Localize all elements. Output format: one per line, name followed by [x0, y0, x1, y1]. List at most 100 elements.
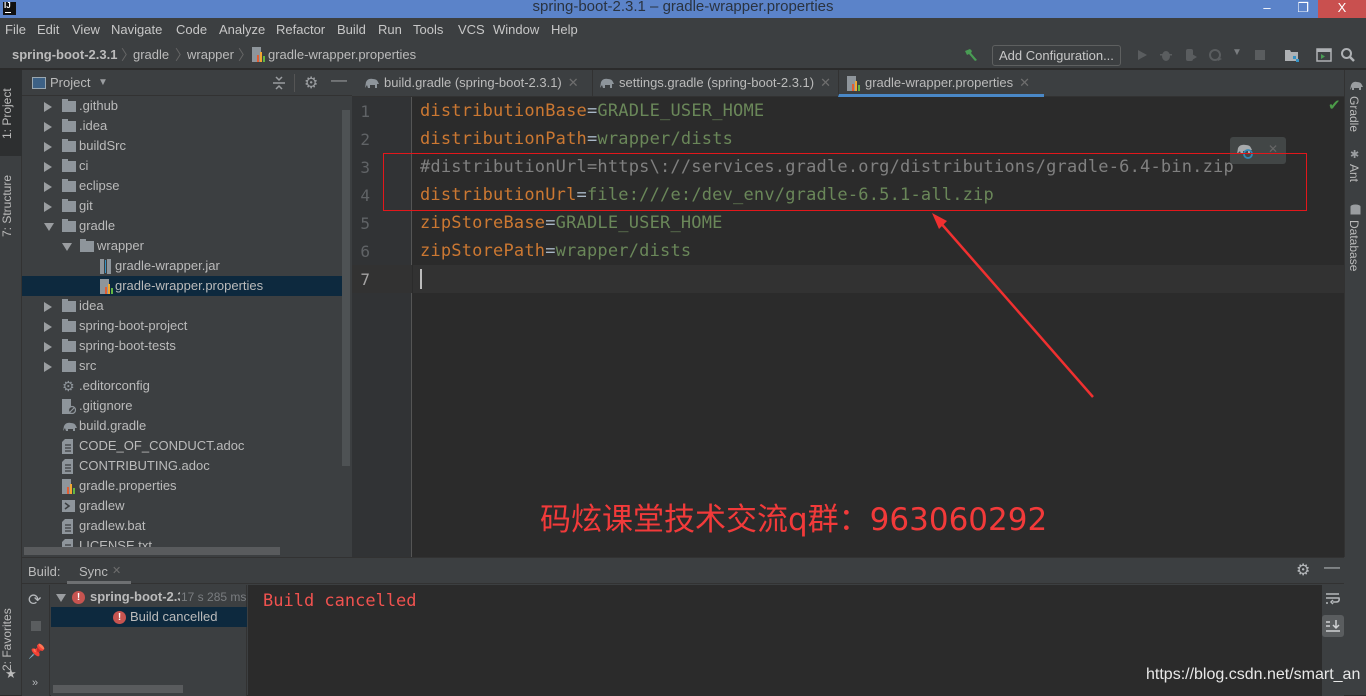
project-structure-icon[interactable] [1284, 47, 1300, 63]
sync-icon[interactable]: ⟳ [28, 590, 41, 610]
expand-right-icon[interactable] [44, 142, 52, 152]
menu-code[interactable]: Code [176, 22, 207, 37]
tab-settings-gradle[interactable]: settings.gradle (spring-boot-2.3.1) ✕ [592, 70, 838, 97]
pin-icon[interactable]: 📌 [28, 643, 45, 660]
close-tab-icon[interactable]: ✕ [820, 75, 831, 90]
run-icon[interactable] [1134, 47, 1150, 63]
tree-item-idea[interactable]: idea [22, 296, 342, 316]
gear-icon[interactable]: ⚙ [1296, 560, 1310, 580]
menu-view[interactable]: View [72, 22, 100, 37]
expand-right-icon[interactable] [44, 182, 52, 192]
expand-right-icon[interactable] [44, 122, 52, 132]
vertical-scrollbar[interactable] [342, 110, 350, 466]
expand-right-icon[interactable] [44, 342, 52, 352]
debug-icon[interactable] [1158, 47, 1174, 63]
coverage-icon[interactable] [1183, 47, 1199, 63]
tool-tab-structure[interactable]: 7: Structure [0, 166, 22, 246]
tree-item-eclipse[interactable]: eclipse [22, 176, 342, 196]
horizontal-scrollbar[interactable] [53, 685, 183, 693]
close-tab-icon[interactable]: ✕ [112, 564, 121, 577]
expand-down-icon[interactable] [44, 223, 54, 231]
tree-item-gradle-wrapper-properties[interactable]: gradle-wrapper.properties [22, 276, 342, 296]
build-tree-item[interactable]: ! Build cancelled [51, 607, 247, 627]
tree-item-wrapper[interactable]: wrapper [22, 236, 342, 256]
tree-item-gradlew-bat[interactable]: gradlew.bat [22, 516, 342, 536]
terminal-icon[interactable] [1316, 47, 1332, 63]
soft-wrap-icon[interactable] [1325, 592, 1341, 606]
gear-icon[interactable]: ⚙ [304, 73, 318, 93]
menu-help[interactable]: Help [551, 22, 578, 37]
expand-down-icon[interactable] [62, 243, 72, 251]
build-tree-root[interactable]: ! spring-boot-2.3.1 17 s 285 ms [51, 587, 247, 607]
tree-item-spring-boot-tests[interactable]: spring-boot-tests [22, 336, 342, 356]
tree-item-idea[interactable]: .idea [22, 116, 342, 136]
menu-navigate[interactable]: Navigate [111, 22, 162, 37]
expand-right-icon[interactable] [44, 362, 52, 372]
menu-build[interactable]: Build [337, 22, 366, 37]
stop-icon[interactable] [1252, 47, 1268, 63]
tool-tab-project[interactable]: 1: Project [0, 78, 22, 150]
menu-run[interactable]: Run [378, 22, 402, 37]
tree-item-gradlew[interactable]: gradlew [22, 496, 342, 516]
collapse-all-icon[interactable] [272, 76, 286, 90]
tree-item-ci[interactable]: ci [22, 156, 342, 176]
tool-tab-database[interactable]: Database [1347, 220, 1361, 271]
menu-window[interactable]: Window [493, 22, 539, 37]
breadcrumb-gradle[interactable]: gradle [133, 47, 169, 62]
tree-item-gradle[interactable]: gradle [22, 216, 342, 236]
inspection-ok-icon[interactable]: ✔ [1328, 96, 1341, 114]
search-icon[interactable] [1340, 47, 1356, 63]
chevron-down-icon[interactable]: ▼ [98, 77, 108, 88]
breadcrumb-wrapper[interactable]: wrapper [187, 47, 234, 62]
menu-vcs[interactable]: VCS [458, 22, 485, 37]
close-tab-icon[interactable]: ✕ [1019, 75, 1030, 90]
tree-item-gitignore[interactable]: .gitignore [22, 396, 342, 416]
restore-button[interactable]: ❐ [1286, 0, 1320, 18]
close-tab-icon[interactable]: ✕ [568, 75, 579, 90]
menu-tools[interactable]: Tools [413, 22, 443, 37]
gradle-elephant-icon [600, 78, 614, 88]
hammer-icon[interactable] [963, 47, 979, 63]
tree-item-buildsrc[interactable]: buildSrc [22, 136, 342, 156]
scroll-to-end-button[interactable] [1322, 615, 1344, 637]
expand-right-icon[interactable] [44, 302, 52, 312]
menu-refactor[interactable]: Refactor [276, 22, 325, 37]
breadcrumb-project[interactable]: spring-boot-2.3.1 [12, 47, 117, 62]
tree-item-build-gradle[interactable]: build.gradle [22, 416, 342, 436]
expand-right-icon[interactable] [44, 202, 52, 212]
build-toolbar: ⟳ 📌 » [22, 585, 50, 696]
tab-build-gradle[interactable]: build.gradle (spring-boot-2.3.1) ✕ [358, 70, 592, 97]
profile-icon[interactable] [1208, 47, 1224, 63]
tree-item-src[interactable]: src [22, 356, 342, 376]
menu-file[interactable]: File [5, 22, 26, 37]
tree-item-git[interactable]: git [22, 196, 342, 216]
tree-item-label: ci [79, 158, 89, 173]
minimize-button[interactable]: – [1250, 0, 1284, 18]
expand-right-icon[interactable] [44, 162, 52, 172]
menu-analyze[interactable]: Analyze [219, 22, 265, 37]
minimize-panel-icon[interactable]: — [1324, 559, 1340, 577]
tree-item-code-of-conduct-adoc[interactable]: CODE_OF_CONDUCT.adoc [22, 436, 342, 456]
stop-icon[interactable] [31, 621, 41, 631]
minimize-panel-icon[interactable]: — [331, 72, 347, 90]
project-view-selector[interactable]: Project [50, 75, 90, 90]
tab-sync[interactable]: Sync ✕ [67, 558, 131, 584]
horizontal-scrollbar[interactable] [24, 547, 280, 555]
breadcrumb-file[interactable]: gradle-wrapper.properties [268, 47, 416, 62]
tree-item-gradle-wrapper-jar[interactable]: gradle-wrapper.jar [22, 256, 342, 276]
tree-item-contributing-adoc[interactable]: CONTRIBUTING.adoc [22, 456, 342, 476]
more-icon[interactable]: » [32, 677, 38, 689]
tree-item-editorconfig[interactable]: ⚙ .editorconfig [22, 376, 342, 396]
tool-tab-gradle[interactable]: Gradle [1347, 96, 1361, 132]
tab-gradle-wrapper-properties[interactable]: gradle-wrapper.properties ✕ [838, 70, 1044, 97]
profile-dropdown-icon[interactable]: ▼ [1232, 47, 1242, 58]
tree-item-spring-boot-project[interactable]: spring-boot-project [22, 316, 342, 336]
menu-edit[interactable]: Edit [37, 22, 59, 37]
tree-item-github[interactable]: .github [22, 96, 342, 116]
expand-right-icon[interactable] [44, 102, 52, 112]
expand-right-icon[interactable] [44, 322, 52, 332]
tree-item-gradle-properties[interactable]: gradle.properties [22, 476, 342, 496]
close-button[interactable]: X [1318, 0, 1366, 18]
add-configuration-button[interactable]: Add Configuration... [992, 45, 1121, 66]
tool-tab-ant[interactable]: Ant [1347, 164, 1361, 182]
